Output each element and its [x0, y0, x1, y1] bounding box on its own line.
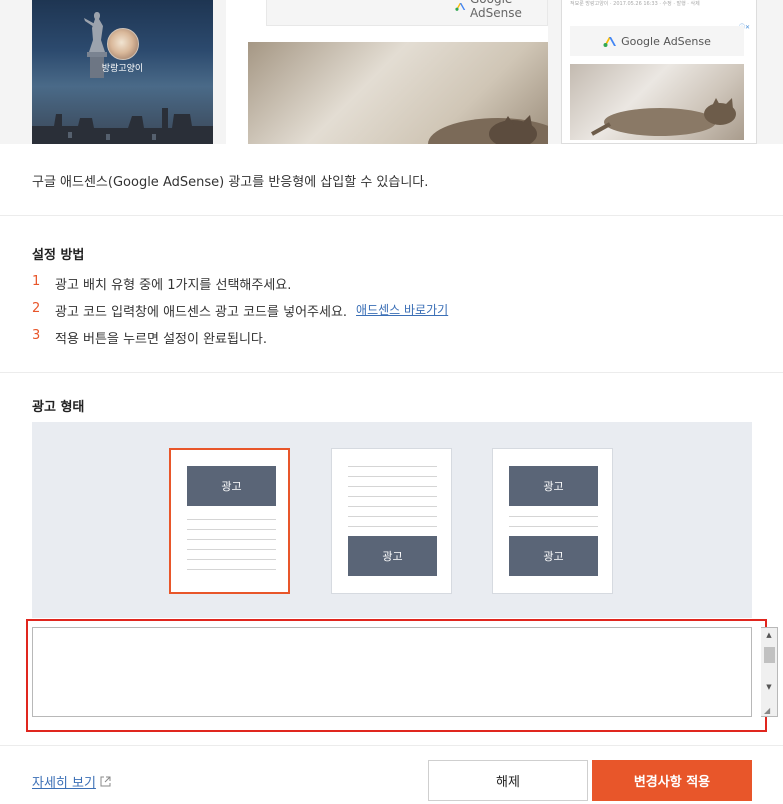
cat-photo — [248, 42, 548, 144]
desktop-ad-brand: Google AdSense — [470, 0, 522, 20]
ad-type-title: 광고 형태 — [32, 400, 85, 415]
adsense-shortcut-link[interactable]: 애드센스 바로가기 — [356, 301, 448, 318]
desktop-preview: Google AdSense — [226, 0, 548, 144]
scroll-up-icon[interactable]: ▲ — [761, 628, 777, 642]
setup-steps: 1 광고 배치 유형 중에 1가지를 선택해주세요. 2 광고 코드 입력창에 … — [32, 274, 448, 355]
content-lines — [509, 516, 598, 536]
ad-type-option-top[interactable]: 광고 — [169, 448, 290, 594]
learn-more-link[interactable]: 자세히 보기 — [32, 772, 111, 791]
content-lines — [187, 519, 276, 579]
mobile-post-meta: 적묘룬 방랑고양이 · 2017.05.26 16:33 · 수정 · 발행 ·… — [570, 1, 700, 7]
divider — [0, 215, 783, 216]
blog-name: 방랑고양이 — [101, 64, 144, 74]
step-number: 3 — [32, 328, 41, 343]
step-text: 광고 배치 유형 중에 1가지를 선택해주세요. — [55, 278, 292, 293]
ad-block: 광고 — [509, 536, 598, 576]
setup-title: 설정 방법 — [32, 248, 85, 263]
step-text: 적용 버튼을 누르면 설정이 완료됩니다. — [55, 332, 268, 347]
cancel-button[interactable]: 해제 — [428, 760, 588, 801]
footer-bar: 자세히 보기 해제 변경사항 적용 — [0, 745, 783, 804]
divider — [0, 372, 783, 373]
step-text: 광고 코드 입력창에 애드센스 광고 코드를 넣어주세요. — [55, 305, 348, 320]
blog-sidebar-preview: 방랑고양이 — [32, 0, 213, 144]
ad-block: 광고 — [348, 536, 437, 576]
adsense-logo-icon — [455, 2, 466, 11]
step-item: 1 광고 배치 유형 중에 1가지를 선택해주세요. — [32, 274, 448, 301]
desktop-ad-banner: Google AdSense — [266, 0, 548, 26]
intro-text: 구글 애드센스(Google AdSense) 광고를 반응형에 삽입할 수 있… — [32, 175, 429, 190]
adsense-logo-icon — [603, 36, 617, 47]
step-number: 2 — [32, 301, 41, 316]
layout-preview: 방랑고양이 Google AdSense — [0, 0, 783, 144]
step-number: 1 — [32, 274, 41, 289]
ad-type-selector: 광고 광고 광고 광고 — [32, 422, 752, 618]
ad-type-option-bottom[interactable]: 광고 — [331, 448, 452, 594]
scroll-down-icon[interactable]: ▼ — [761, 680, 777, 694]
ad-block: 광고 — [509, 466, 598, 506]
building-image — [32, 108, 213, 144]
blog-avatar — [107, 28, 139, 60]
content-lines — [348, 466, 437, 536]
cat-photo — [570, 64, 744, 140]
apply-button[interactable]: 변경사항 적용 — [592, 760, 752, 801]
external-link-icon — [100, 776, 111, 787]
resize-grip-icon[interactable]: ◢ — [764, 706, 770, 715]
ad-block: 광고 — [187, 466, 276, 506]
code-scrollbar[interactable]: ▲ ▼ ◢ — [761, 627, 778, 717]
step-item: 2 광고 코드 입력창에 애드센스 광고 코드를 넣어주세요. 애드센스 바로가… — [32, 301, 448, 328]
mobile-ad-banner: Google AdSense — [570, 26, 744, 56]
ad-type-option-top-bottom[interactable]: 광고 광고 — [492, 448, 613, 594]
cat-image — [591, 98, 736, 136]
scroll-thumb[interactable] — [764, 647, 775, 663]
step-item: 3 적용 버튼을 누르면 설정이 완료됩니다. — [32, 328, 448, 355]
cat-image — [428, 115, 548, 144]
learn-more-label: 자세히 보기 — [32, 776, 96, 791]
ad-code-input[interactable] — [32, 627, 752, 717]
ad-code-highlight: ▲ ▼ ◢ — [26, 619, 778, 732]
mobile-preview: 적묘룬 방랑고양이 · 2017.05.26 16:33 · 수정 · 발행 ·… — [561, 0, 757, 144]
mobile-ad-brand: Google AdSense — [621, 34, 711, 48]
